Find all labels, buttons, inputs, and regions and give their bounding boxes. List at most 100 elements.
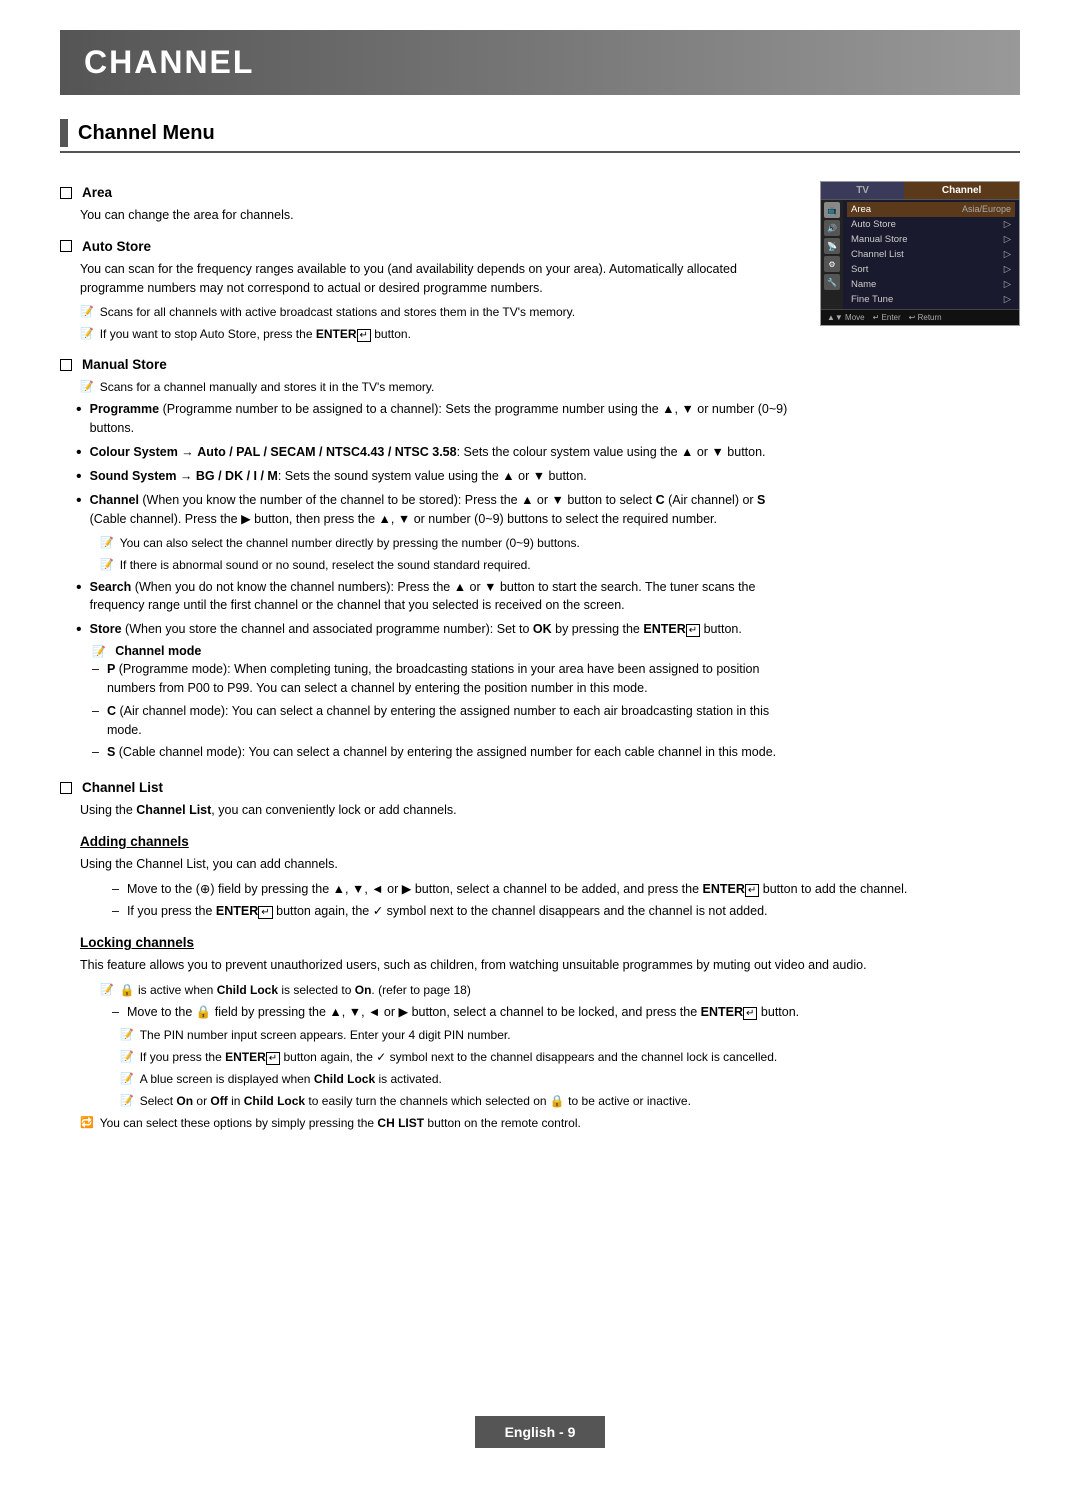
tv-icon-2: 🔊 — [824, 220, 840, 236]
manualstore-checkbox-icon — [60, 359, 72, 371]
locking-subnote1-text: The PIN number input screen appears. Ent… — [140, 1026, 511, 1044]
tv-menu-footer: ▲▼ Move ↵ Enter ↩ Return — [821, 309, 1019, 325]
note-icon-2: 📝 — [80, 326, 94, 343]
channellist-text: Using the Channel List, you can convenie… — [80, 801, 1020, 820]
locking-note1-text: 🔒 is active when Child Lock is selected … — [120, 981, 471, 999]
tv-menu-items: Area Asia/Europe Auto Store ▷ Manual Sto… — [843, 200, 1019, 309]
menu-item-finetune-arrow: ▷ — [1004, 294, 1011, 305]
locking-subnote4-text: Select On or Off in Child Lock to easily… — [140, 1092, 691, 1110]
dash-mark-add-2: – — [112, 902, 119, 921]
menu-item-sort: Sort ▷ — [847, 262, 1015, 277]
adding-channels-title: Adding channels — [80, 834, 1020, 849]
tv-icon-3: 📡 — [824, 238, 840, 254]
mode-s-text: S (Cable channel mode): You can select a… — [107, 743, 776, 762]
bullet-search: • Search (When you do not know the chann… — [76, 578, 800, 616]
adding-item-2: – If you press the ENTER↵ button again, … — [112, 902, 1020, 921]
bullet-channel-text: Channel (When you know the number of the… — [90, 491, 800, 529]
dash-mark-2: – — [92, 702, 99, 721]
tv-icon-4: ⚙ — [824, 256, 840, 272]
bullet-dot-5: • — [76, 578, 82, 597]
menu-item-finetune-label: Fine Tune — [851, 294, 893, 305]
autostore-note2: 📝 If you want to stop Auto Store, press … — [80, 325, 800, 343]
locking-subnote3: 📝 A blue screen is displayed when Child … — [120, 1070, 1020, 1088]
autostore-checkbox-icon — [60, 240, 72, 252]
locking-final-note: 🔁 You can select these options by simply… — [80, 1114, 1020, 1132]
dash-mark-1: – — [92, 660, 99, 679]
locking-item-1: – Move to the 🔒 field by pressing the ▲,… — [112, 1003, 1020, 1022]
menu-item-area-label: Area — [851, 204, 871, 215]
tv-icon-1: 📺 — [824, 202, 840, 218]
menu-item-channellist: Channel List ▷ — [847, 247, 1015, 262]
manualstore-heading: Manual Store — [60, 357, 800, 372]
menu-item-channellist-label: Channel List — [851, 249, 904, 260]
tv-menu-header: TV Channel — [821, 182, 1019, 200]
chapter-title: CHANNEL — [84, 44, 254, 80]
menu-item-name-label: Name — [851, 279, 876, 290]
area-heading: Area — [60, 185, 800, 200]
locking-final-note-text: You can select these options by simply p… — [100, 1114, 581, 1132]
mode-p: – P (Programme mode): When completing tu… — [92, 660, 800, 698]
adding-channels-section: Adding channels Using the Channel List, … — [80, 834, 1020, 921]
note-icon-lock3: 📝 — [120, 1049, 134, 1066]
adding-item-2-text: If you press the ENTER↵ button again, th… — [127, 902, 768, 921]
tv-menu-body: 📺 🔊 📡 ⚙ 🔧 Area Asia/Europe Auto Store — [821, 200, 1019, 309]
area-text: You can change the area for channels. — [80, 206, 800, 225]
bullet-sound-text: Sound System → BG / DK / I / M: Sets the… — [90, 467, 800, 486]
mode-c-text: C (Air channel mode): You can select a c… — [107, 702, 800, 740]
bullet-programme: • Programme (Programme number to be assi… — [76, 400, 800, 438]
bullet-channel: • Channel (When you know the number of t… — [76, 491, 800, 529]
locking-subnote3-text: A blue screen is displayed when Child Lo… — [140, 1070, 442, 1088]
locking-item-1-text: Move to the 🔒 field by pressing the ▲, ▼… — [127, 1003, 799, 1022]
channel-subnote2-text: If there is abnormal sound or no sound, … — [120, 556, 531, 574]
channel-mode-heading: 📝 Channel mode — [92, 644, 800, 658]
note-icon-lock6: 🔁 — [80, 1115, 94, 1132]
menu-item-finetune: Fine Tune ▷ — [847, 292, 1015, 307]
mode-c: – C (Air channel mode): You can select a… — [92, 702, 800, 740]
bullet-search-text: Search (When you do not know the channel… — [90, 578, 800, 616]
locking-note1: 📝 🔒 is active when Child Lock is selecte… — [100, 981, 1020, 999]
footer-move: ▲▼ Move — [827, 313, 865, 322]
locking-subnote4: 📝 Select On or Off in Child Lock to easi… — [120, 1092, 1020, 1110]
area-checkbox-icon — [60, 187, 72, 199]
dash-mark-3: – — [92, 743, 99, 762]
menu-item-manualstore: Manual Store ▷ — [847, 232, 1015, 247]
channellist-heading: Channel List — [60, 780, 1020, 795]
menu-item-name-arrow: ▷ — [1004, 279, 1011, 290]
content-with-menu: Area You can change the area for channel… — [60, 171, 1020, 766]
menu-item-name: Name ▷ — [847, 277, 1015, 292]
menu-item-sort-arrow: ▷ — [1004, 264, 1011, 275]
note-icon-lock2: 📝 — [120, 1027, 134, 1044]
locking-subnote1: 📝 The PIN number input screen appears. E… — [120, 1026, 1020, 1044]
chapter-header: CHANNEL — [60, 30, 1020, 95]
page: CHANNEL Channel Menu Area You can change… — [0, 0, 1080, 1488]
bullet-store-text: Store (When you store the channel and as… — [90, 620, 800, 639]
menu-item-autostore-label: Auto Store — [851, 219, 896, 230]
bullet-programme-text: Programme (Programme number to be assign… — [90, 400, 800, 438]
menu-item-manualstore-label: Manual Store — [851, 234, 908, 245]
locking-channels-title: Locking channels — [80, 935, 1020, 950]
locking-channels-section: Locking channels This feature allows you… — [80, 935, 1020, 1132]
autostore-note1-text: Scans for all channels with active broad… — [100, 303, 800, 321]
locking-subnote2: 📝 If you press the ENTER↵ button again, … — [120, 1048, 1020, 1066]
menu-item-autostore-arrow: ▷ — [1004, 219, 1011, 230]
bullet-dot-4: • — [76, 491, 82, 510]
menu-item-area-value: Asia/Europe — [962, 204, 1011, 215]
tv-menu-container: TV Channel 📺 🔊 📡 ⚙ 🔧 Area Asia/Eur — [820, 181, 1020, 766]
mode-s: – S (Cable channel mode): You can select… — [92, 743, 800, 762]
autostore-para1: You can scan for the frequency ranges av… — [80, 260, 800, 298]
bullet-store: • Store (When you store the channel and … — [76, 620, 800, 639]
note-icon-6: 📝 — [92, 646, 106, 658]
locking-channels-intro: This feature allows you to prevent unaut… — [80, 956, 1020, 975]
adding-channels-intro: Using the Channel List, you can add chan… — [80, 855, 1020, 874]
menu-item-area: Area Asia/Europe — [847, 202, 1015, 217]
menu-item-sort-label: Sort — [851, 264, 868, 275]
tv-menu: TV Channel 📺 🔊 📡 ⚙ 🔧 Area Asia/Eur — [820, 181, 1020, 326]
channel-subnote1-text: You can also select the channel number d… — [120, 534, 580, 552]
autostore-note1: 📝 Scans for all channels with active bro… — [80, 303, 800, 321]
manualstore-note1-text: Scans for a channel manually and stores … — [100, 378, 800, 396]
tv-menu-header-tv: TV — [821, 182, 904, 199]
note-icon-5: 📝 — [100, 557, 114, 574]
bullet-dot-6: • — [76, 620, 82, 639]
note-icon-lock1: 📝 — [100, 982, 114, 999]
autostore-title: Auto Store — [82, 239, 151, 254]
